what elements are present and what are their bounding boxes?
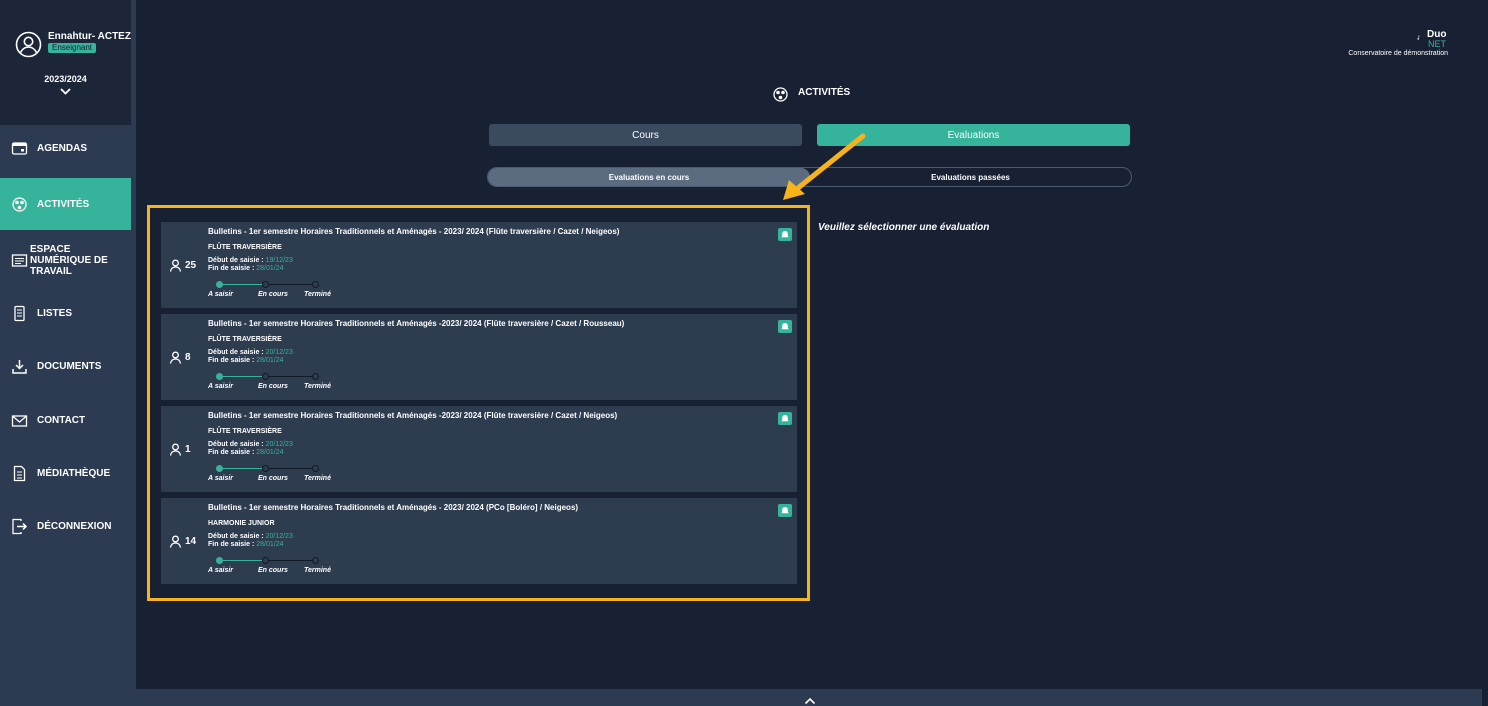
nav-label: CONTACT xyxy=(37,414,86,426)
user-name: Ennahtur- ACTEZ xyxy=(48,31,131,42)
user-panel: Ennahtur- ACTEZ Enseignant 2023/2024 xyxy=(0,0,131,125)
document-icon xyxy=(13,465,26,481)
sidebar: Ennahtur- ACTEZ Enseignant 2023/2024 AGE… xyxy=(0,0,136,706)
calendar-icon xyxy=(11,141,28,155)
nav-item-deconnexion[interactable]: DÉCONNEXION xyxy=(0,500,131,552)
nav-label: LISTES xyxy=(37,307,73,319)
nav-item-activites[interactable]: ACTIVITÉS xyxy=(0,178,131,230)
subtab-evaluations-en-cours[interactable]: Evaluations en cours xyxy=(488,168,810,186)
nav-item-listes[interactable]: LISTES xyxy=(0,287,131,339)
tab-cours[interactable]: Cours xyxy=(489,124,802,146)
nav-label: AGENDAS xyxy=(37,142,88,154)
select-evaluation-hint: Veuillez sélectionner une évaluation xyxy=(818,222,990,233)
nav-label: ESPACE NUMÉRIQUE DE TRAVAIL xyxy=(30,243,108,277)
highlight-box xyxy=(147,205,810,601)
music-note-icon xyxy=(1417,35,1421,40)
nav-item-mediatheque[interactable]: MÉDIATHÈQUE xyxy=(0,447,131,499)
nav-label: MÉDIATHÈQUE xyxy=(37,467,111,479)
chevron-down-icon[interactable] xyxy=(59,87,72,96)
list-icon xyxy=(14,305,25,321)
school-year[interactable]: 2023/2024 xyxy=(0,74,131,84)
workspace-icon xyxy=(11,253,28,267)
activities-icon xyxy=(12,196,27,212)
mail-icon xyxy=(11,414,28,427)
user-avatar-icon[interactable] xyxy=(15,31,42,58)
nav-item-agendas[interactable]: AGENDAS xyxy=(0,122,131,174)
nav-item-contact[interactable]: CONTACT xyxy=(0,394,131,446)
logout-icon xyxy=(12,518,28,534)
activities-icon xyxy=(773,87,788,102)
chevron-up-icon[interactable] xyxy=(804,697,816,705)
nav-label: DOCUMENTS xyxy=(37,360,102,372)
nav-label: ACTIVITÉS xyxy=(37,198,90,210)
logo-subtitle: Conservatoire de démonstration xyxy=(1348,50,1448,57)
download-icon xyxy=(12,359,27,374)
role-badge: Enseignant xyxy=(48,43,97,53)
nav-item-ent[interactable]: ESPACE NUMÉRIQUE DE TRAVAIL xyxy=(0,234,131,286)
nav-item-documents[interactable]: DOCUMENTS xyxy=(0,340,131,392)
page-title: ACTIVITÉS xyxy=(798,87,851,98)
nav-label: DÉCONNEXION xyxy=(37,520,112,532)
arrow-annotation-icon xyxy=(783,133,866,200)
logo-net: NET xyxy=(1428,39,1446,49)
